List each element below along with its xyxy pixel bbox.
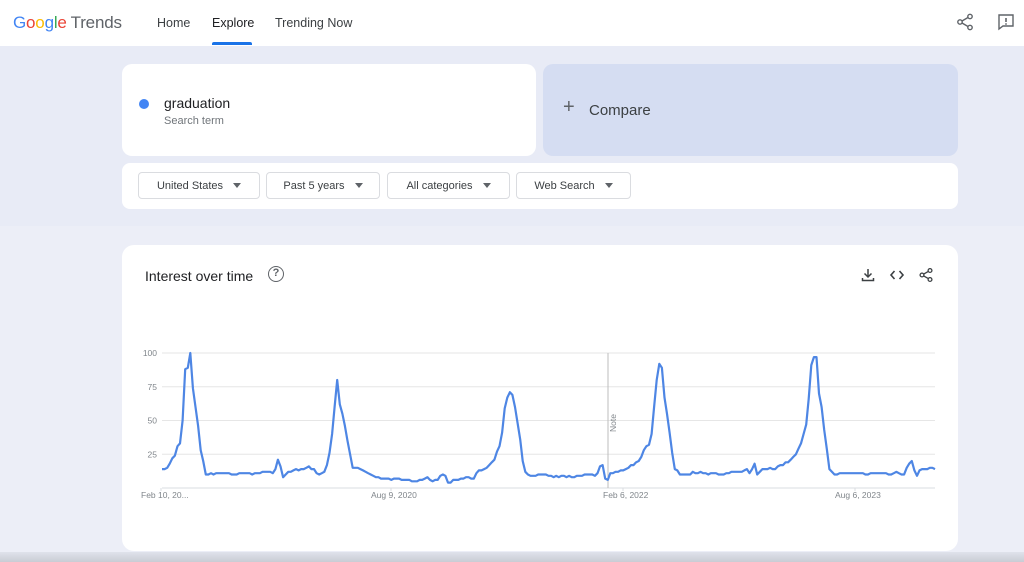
tab-trending-now[interactable]: Trending Now — [275, 16, 352, 30]
y-tick-label: 25 — [148, 449, 158, 459]
search-term-type: Search term — [164, 115, 224, 127]
search-term-card[interactable]: graduation Search term — [122, 64, 536, 156]
x-tick-label: Feb 10, 20... — [141, 490, 189, 500]
x-tick-label: Aug 9, 2020 — [371, 490, 417, 500]
caret-down-icon — [233, 183, 242, 188]
tab-explore[interactable]: Explore — [212, 16, 254, 30]
filter-region[interactable]: United States — [138, 172, 260, 199]
filter-category[interactable]: All categories — [387, 172, 510, 199]
term-color-dot — [139, 99, 149, 109]
y-tick-label: 75 — [148, 382, 158, 392]
series-line-graduation — [162, 351, 936, 484]
interest-line-chart[interactable]: 25 50 75 100 Note Feb 10, 20... Aug 9, 2020 Feb… — [122, 245, 958, 551]
filter-label: Web Search — [534, 179, 595, 192]
caret-down-icon — [482, 183, 491, 188]
x-tick-label: Feb 6, 2022 — [603, 490, 649, 500]
filter-label: All categories — [406, 179, 473, 192]
search-term-name[interactable]: graduation — [164, 95, 230, 111]
tab-home[interactable]: Home — [157, 16, 190, 30]
plus-icon: + — [563, 96, 575, 118]
caret-down-icon — [604, 183, 613, 188]
y-tick-label: 100 — [143, 348, 157, 358]
compare-button[interactable]: + Compare — [543, 64, 958, 156]
active-tab-indicator — [212, 42, 252, 45]
filters-bar: United States Past 5 years All categorie… — [122, 163, 958, 209]
page-bottom-edge — [0, 552, 1024, 562]
logo-letter: g — [44, 13, 54, 32]
google-trends-logo[interactable]: Google Trends — [13, 13, 122, 33]
compare-label: Compare — [589, 102, 651, 119]
share-icon[interactable] — [955, 12, 975, 32]
feedback-icon[interactable] — [996, 12, 1016, 32]
interest-over-time-card: Interest over time ? 25 50 75 100 Note Feb 10… — [122, 245, 958, 551]
top-bar: Google Trends Home Explore Trending Now — [0, 0, 1024, 46]
filter-time-range[interactable]: Past 5 years — [266, 172, 380, 199]
logo-letter: G — [13, 13, 27, 32]
logo-letter: o — [35, 13, 45, 32]
filter-label: Past 5 years — [283, 179, 345, 192]
filter-search-type[interactable]: Web Search — [516, 172, 631, 199]
x-tick-label: Aug 6, 2023 — [835, 490, 881, 500]
y-tick-label: 50 — [148, 416, 158, 426]
logo-letter: e — [57, 13, 67, 32]
filter-label: United States — [156, 179, 224, 192]
logo-letter: o — [26, 13, 36, 32]
caret-down-icon — [354, 183, 363, 188]
logo-product-name: Trends — [70, 13, 122, 32]
note-annotation: Note — [608, 414, 618, 432]
